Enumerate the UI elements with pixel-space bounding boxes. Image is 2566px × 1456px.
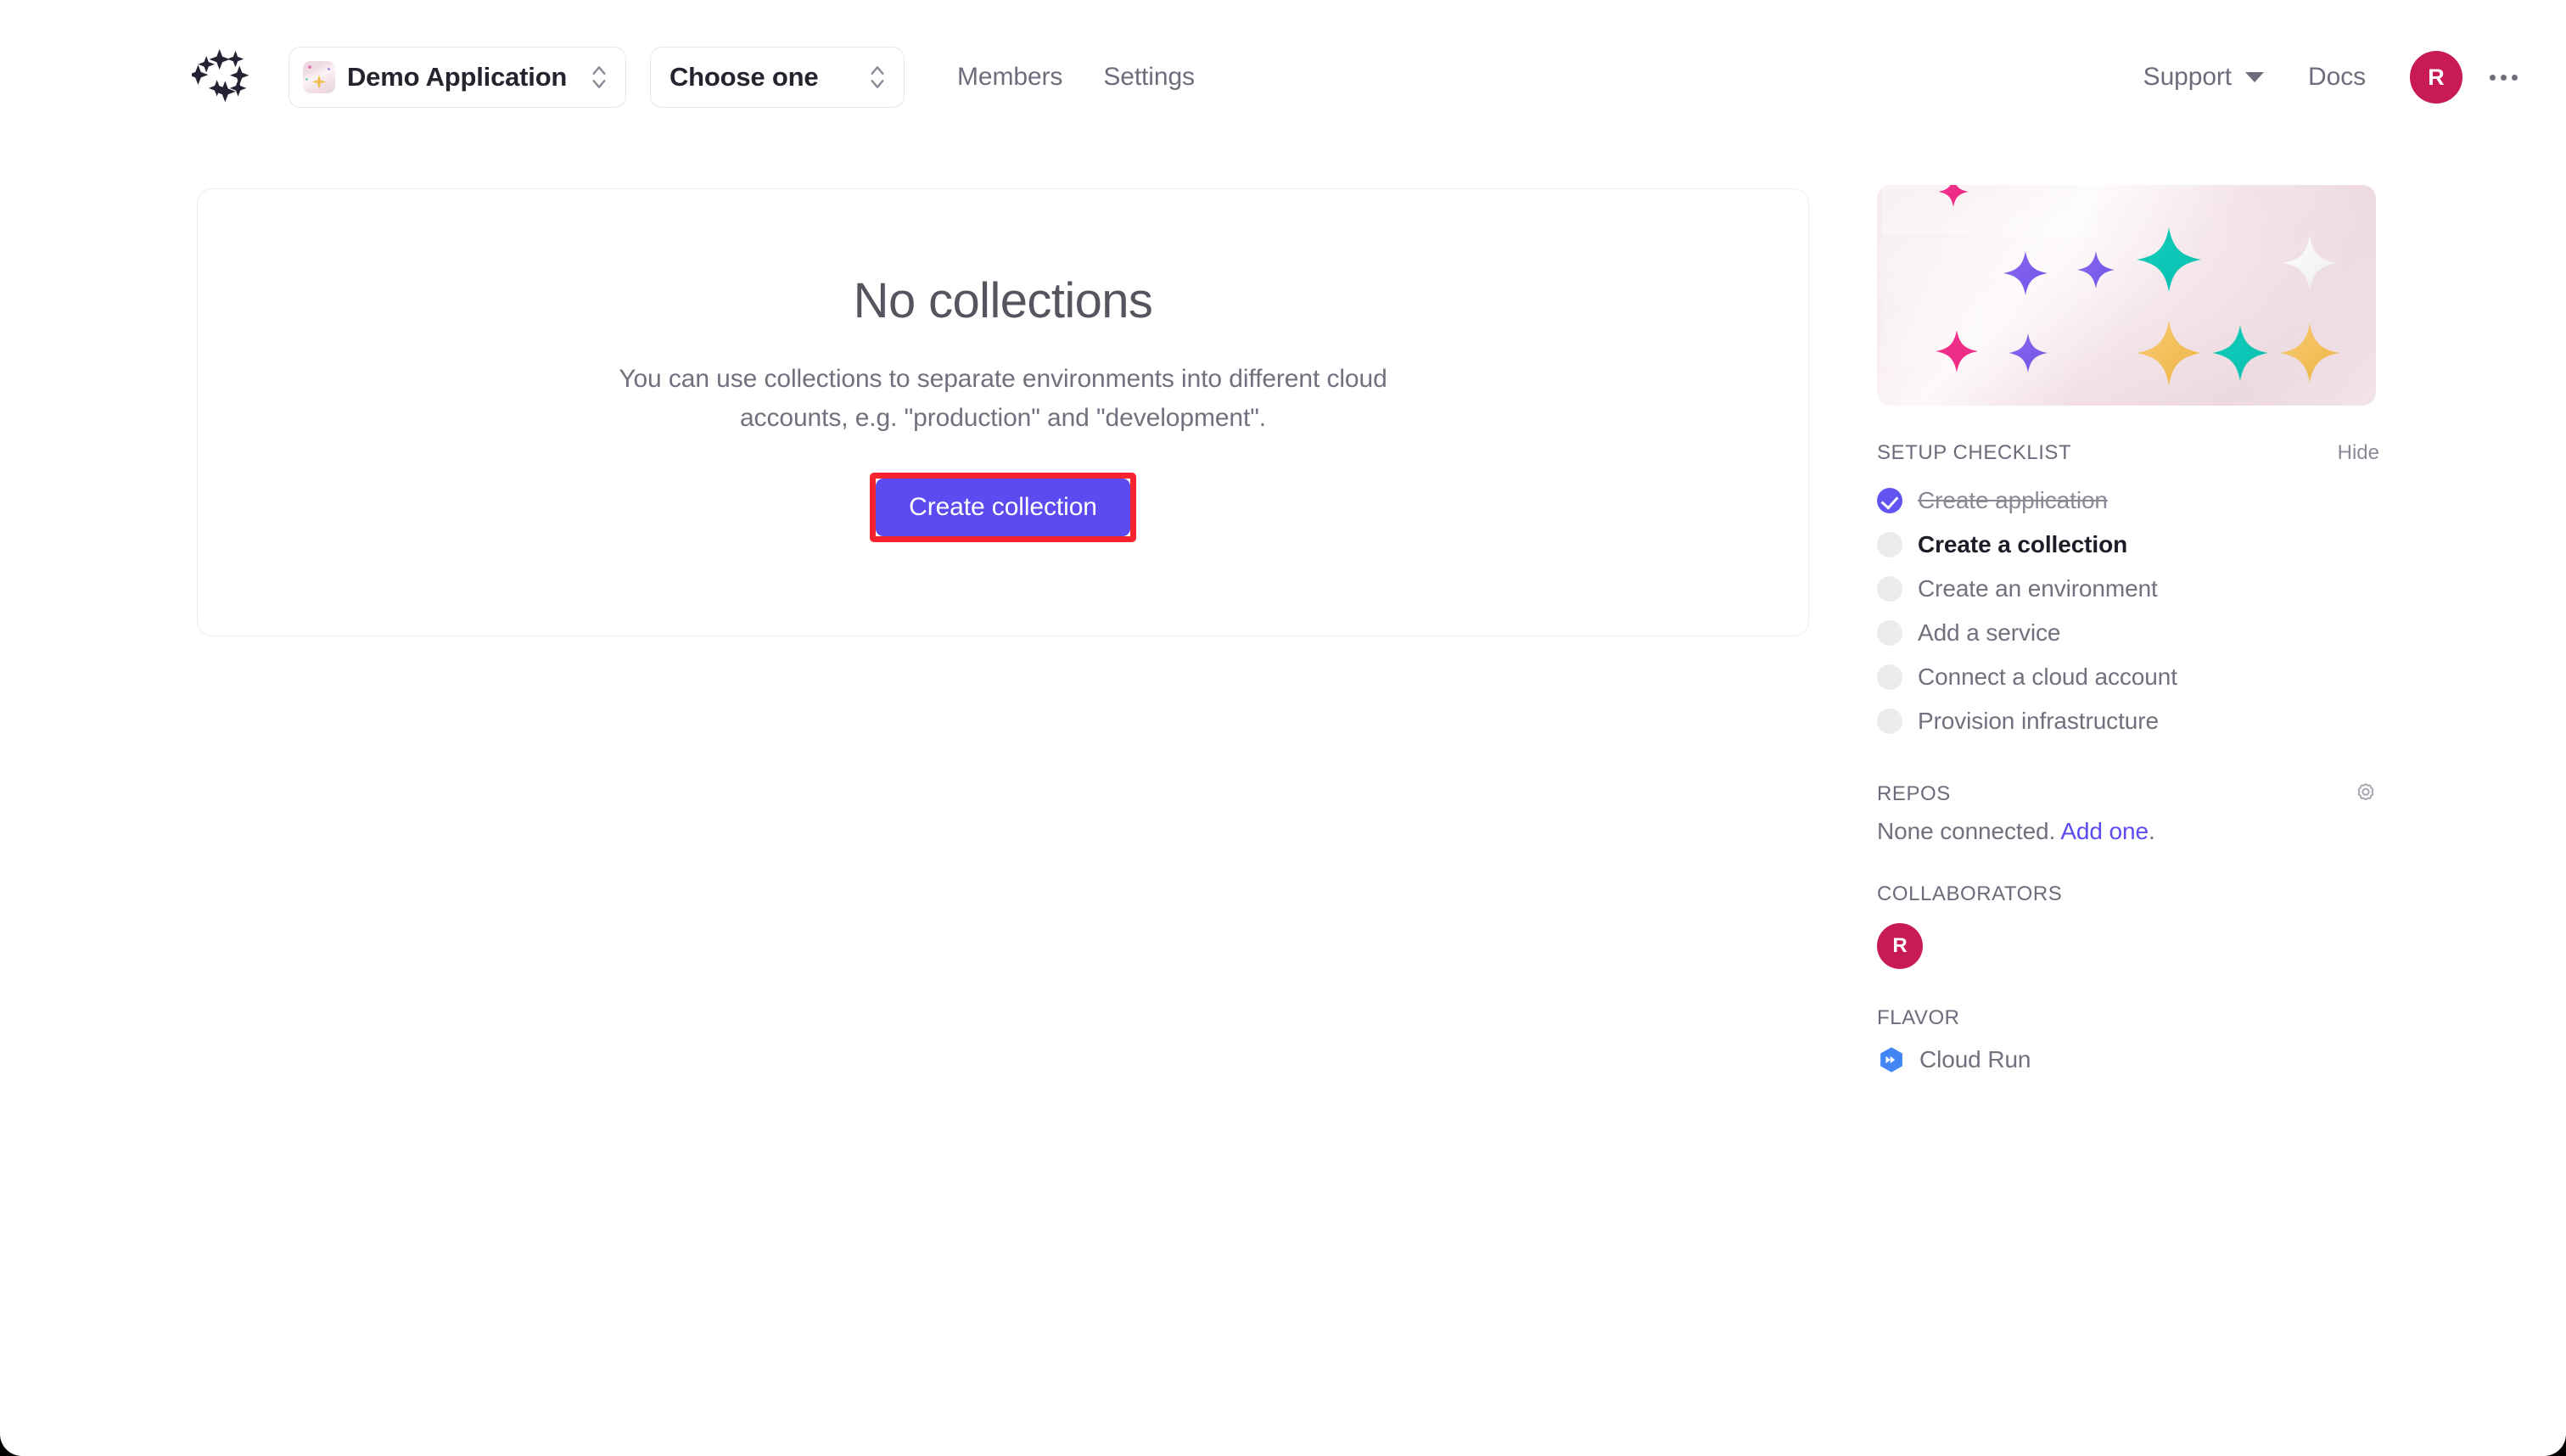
checklist-item-create-a-collection[interactable]: Create a collection: [1877, 523, 2379, 567]
setup-checklist-title: SETUP CHECKLIST: [1877, 441, 2072, 464]
chevron-up-down-icon: [592, 66, 606, 88]
collaborators-title: COLLABORATORS: [1877, 882, 2063, 905]
check-circle-icon: [1877, 488, 1902, 513]
top-header: Demo Application Choose one Members Sett…: [0, 0, 2566, 154]
environment-select[interactable]: Choose one: [650, 47, 905, 108]
gear-icon[interactable]: [2352, 781, 2379, 808]
caret-down-icon: [2245, 72, 2265, 82]
flavor-value-row: Cloud Run: [1877, 1045, 2379, 1074]
app-window: Demo Application Choose one Members Sett…: [0, 0, 2566, 1456]
chevron-up-down-icon: [871, 66, 884, 88]
checklist-item-create-an-environment[interactable]: Create an environment: [1877, 567, 2379, 611]
nav-item-members[interactable]: Members: [957, 63, 1062, 92]
collaborators-header: COLLABORATORS: [1877, 882, 2379, 906]
right-sidebar: SETUP CHECKLIST Hide Create application …: [1877, 185, 2379, 1074]
setup-checklist: Create application Create a collection C…: [1877, 479, 2379, 743]
checklist-item-add-a-service[interactable]: Add a service: [1877, 611, 2379, 655]
repos-header: REPOS: [1877, 781, 2379, 808]
checklist-item-label: Provision infrastructure: [1918, 708, 2159, 734]
checklist-item-label: Create a collection: [1918, 531, 2128, 557]
app-switcher[interactable]: Demo Application: [289, 47, 626, 108]
sparkles-banner-svg: [1877, 185, 2376, 406]
repos-empty-line: None connected. Add one.: [1877, 818, 2379, 845]
header-right-cluster: Support Docs R: [2143, 51, 2524, 104]
support-menu[interactable]: Support: [2143, 63, 2265, 92]
checklist-item-label: Create an environment: [1918, 575, 2158, 602]
flavor-label: Cloud Run: [1919, 1046, 2031, 1072]
app-switcher-label: Demo Application: [347, 62, 568, 92]
sparkle-ring-logo-icon[interactable]: [192, 44, 258, 110]
create-collection-button[interactable]: Create collection: [876, 479, 1130, 537]
nav-item-settings[interactable]: Settings: [1103, 63, 1195, 92]
checklist-item-connect-a-cloud-account[interactable]: Connect a cloud account: [1877, 655, 2379, 699]
empty-circle-icon: [1877, 708, 1902, 734]
header-nav: Members Settings: [957, 63, 1195, 92]
empty-circle-icon: [1877, 620, 1902, 646]
environment-select-value: Choose one: [670, 62, 819, 92]
checklist-item-label: Add a service: [1918, 619, 2061, 646]
support-label: Support: [2143, 63, 2233, 91]
flavor-title: FLAVOR: [1877, 1006, 1960, 1029]
checklist-item-label: Create application: [1918, 487, 2108, 513]
empty-circle-icon: [1877, 576, 1902, 602]
app-thumbnail-icon: [303, 61, 335, 93]
empty-circle-icon: [1877, 532, 1902, 557]
avatar[interactable]: R: [2410, 51, 2462, 104]
checklist-item-create-application[interactable]: Create application: [1877, 479, 2379, 523]
sparkles-banner-image: [1877, 185, 2376, 406]
empty-state-description: You can use collections to separate envi…: [619, 364, 1387, 432]
create-collection-wrapper: Create collection: [870, 473, 1136, 543]
checklist-item-label: Connect a cloud account: [1918, 664, 2177, 690]
flavor-header: FLAVOR: [1877, 1006, 2379, 1030]
collaborators-list: R: [1877, 923, 2379, 969]
setup-checklist-header: SETUP CHECKLIST Hide: [1877, 441, 2379, 465]
repos-empty-text: None connected.: [1877, 818, 2056, 844]
docs-link[interactable]: Docs: [2308, 63, 2366, 92]
cloud-run-icon: [1880, 1047, 1902, 1072]
repos-line-suffix: .: [2148, 818, 2155, 844]
empty-circle-icon: [1877, 664, 1902, 690]
collections-empty-card: No collections You can use collections t…: [197, 188, 1809, 636]
collaborator-avatar[interactable]: R: [1877, 923, 1923, 969]
ellipsis-icon[interactable]: [2483, 57, 2524, 98]
hide-checklist-button[interactable]: Hide: [2338, 441, 2379, 465]
repos-title: REPOS: [1877, 782, 1951, 805]
page-title: No collections: [853, 272, 1153, 328]
add-repo-link[interactable]: Add one: [2060, 818, 2149, 844]
checklist-item-provision-infrastructure[interactable]: Provision infrastructure: [1877, 699, 2379, 743]
